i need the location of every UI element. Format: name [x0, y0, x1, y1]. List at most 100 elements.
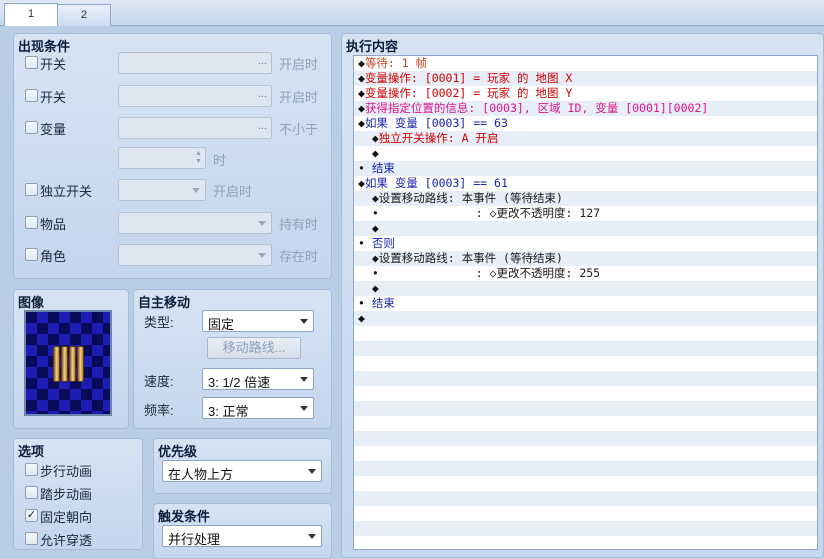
command-text: • [358, 236, 372, 250]
priority-select[interactable]: 在人物上方 [162, 460, 322, 482]
tab-page-1[interactable]: 1 [4, 3, 58, 26]
command-text: ◆ [358, 71, 365, 85]
command-text: ◆ [358, 116, 365, 130]
trigger-select[interactable]: 并行处理 [162, 525, 322, 547]
command-row[interactable]: • : ◇更改不透明度: 127 [354, 206, 817, 221]
barrels-sprite-icon [53, 346, 85, 382]
command-row[interactable]: ◆获得指定位置的信息: [0003], 区域 ID, 变量 [0001][000… [354, 101, 817, 116]
priority-value: 在人物上方 [168, 467, 234, 482]
command-text: 否则 [371, 236, 395, 250]
command-text: ◆ [358, 281, 379, 295]
command-text: ◆ [358, 56, 365, 70]
walking-anim-label: 步行动画 [40, 464, 93, 479]
options-title: 选项 [18, 444, 45, 459]
actor-checkbox[interactable] [25, 248, 38, 261]
move-speed-label: 速度: [144, 374, 174, 389]
move-frequency-label: 频率: [144, 403, 174, 418]
command-text: 结束 [371, 161, 395, 175]
command-text: 变量操作: [0001] = 玩家 的 地图 X [364, 71, 573, 85]
spin-arrows-icon[interactable]: ▲ ▼ [194, 150, 203, 166]
command-text: • : ◇更改不透明度: 127 [358, 206, 601, 220]
command-text: ◆ [358, 86, 365, 100]
command-row[interactable]: • : ◇更改不透明度: 255 [354, 266, 817, 281]
move-route-button[interactable]: 移动路线... [207, 337, 301, 359]
tab-page-2[interactable]: 2 [57, 4, 111, 26]
switch2-field[interactable]: ... [118, 85, 272, 107]
variable-checkbox[interactable] [25, 121, 38, 134]
variable-time-suffix: 时 [213, 153, 227, 168]
direction-fix-checkbox[interactable]: ✓ [25, 509, 38, 522]
through-label: 允许穿透 [40, 533, 93, 548]
command-row[interactable]: ◆ [354, 281, 817, 296]
command-text: ◆ [358, 221, 379, 235]
chevron-down-icon [308, 469, 316, 474]
command-row[interactable]: ◆设置移动路线: 本事件 (等待结束) [354, 251, 817, 266]
switch1-suffix: 开启时 [279, 57, 319, 72]
actor-select[interactable] [118, 244, 272, 266]
checkmark-icon: ✓ [26, 509, 37, 521]
command-row[interactable]: ◆变量操作: [0001] = 玩家 的 地图 X [354, 71, 817, 86]
variable-value-stepper[interactable]: ▲ ▼ [118, 147, 206, 169]
command-text: ◆设置移动路线: 本事件 (等待结束) [358, 191, 563, 205]
move-type-label: 类型: [144, 315, 174, 330]
move-frequency-select[interactable]: 3: 正常 [202, 397, 314, 419]
stepping-anim-checkbox[interactable] [25, 486, 38, 499]
variable-label: 变量 [40, 122, 67, 137]
command-text: • [358, 296, 372, 310]
chevron-down-icon [308, 534, 316, 539]
command-text: • [358, 161, 372, 175]
autonomous-movement-panel: 自主移动 类型: 固定 移动路线... 速度: 3: 1/2 倍速 频率: 3:… [133, 289, 332, 429]
command-row[interactable]: ◆独立开关操作: A 开启 [354, 131, 817, 146]
switch1-label: 开关 [40, 57, 67, 72]
contents-title: 执行内容 [346, 39, 399, 54]
actor-suffix: 存在时 [279, 249, 319, 264]
chevron-down-icon [192, 188, 200, 193]
self-switch-suffix: 开启时 [213, 184, 253, 199]
switch1-field[interactable]: ... [118, 52, 272, 74]
command-row[interactable]: ◆等待: 1 帧 [354, 56, 817, 71]
variable-field[interactable]: ... [118, 117, 272, 139]
command-text: 独立开关操作: A 开启 [378, 131, 499, 145]
command-row[interactable]: • 否则 [354, 236, 817, 251]
move-frequency-value: 3: 正常 [208, 404, 249, 419]
command-text: ◆ [358, 146, 379, 160]
actor-label: 角色 [40, 249, 67, 264]
conditions-panel: 出现条件 开关 ... 开启时 开关 ... 开启时 变量 ... 不小于 ▲ ▼… [13, 33, 332, 279]
through-checkbox[interactable] [25, 532, 38, 545]
command-row[interactable]: ◆ [354, 311, 817, 326]
chevron-down-icon [300, 377, 308, 382]
priority-panel: 优先级 在人物上方 [153, 438, 332, 494]
move-speed-select[interactable]: 3: 1/2 倍速 [202, 368, 314, 390]
command-text: 如果 变量 [0003] == 61 [364, 176, 508, 190]
command-text: 结束 [371, 296, 395, 310]
walking-anim-checkbox[interactable] [25, 463, 38, 476]
command-text: 变量操作: [0002] = 玩家 的 地图 Y [364, 86, 573, 100]
command-row[interactable]: • 结束 [354, 161, 817, 176]
command-row[interactable]: ◆ [354, 221, 817, 236]
move-type-select[interactable]: 固定 [202, 310, 314, 332]
switch1-checkbox[interactable] [25, 56, 38, 69]
command-row[interactable]: ◆ [354, 146, 817, 161]
self-switch-checkbox[interactable] [25, 183, 38, 196]
move-speed-value: 3: 1/2 倍速 [208, 375, 271, 390]
self-switch-select[interactable] [118, 179, 206, 201]
ellipsis-icon: ... [257, 88, 267, 100]
command-row[interactable]: ◆如果 变量 [0003] == 63 [354, 116, 817, 131]
command-text: ◆ [358, 101, 365, 115]
ellipsis-icon: ... [257, 55, 267, 67]
event-image-preview[interactable] [24, 310, 112, 416]
page-tab-strip: 1 2 [0, 0, 824, 26]
command-row[interactable]: • 结束 [354, 296, 817, 311]
command-text: ◆ [358, 311, 365, 325]
command-text: • : ◇更改不透明度: 255 [358, 266, 601, 280]
command-row[interactable]: ◆如果 变量 [0003] == 61 [354, 176, 817, 191]
variable-suffix: 不小于 [279, 122, 319, 137]
switch2-checkbox[interactable] [25, 89, 38, 102]
chevron-down-icon [258, 221, 266, 226]
item-checkbox[interactable] [25, 216, 38, 229]
switch2-label: 开关 [40, 90, 67, 105]
command-row[interactable]: ◆设置移动路线: 本事件 (等待结束) [354, 191, 817, 206]
item-select[interactable] [118, 212, 272, 234]
command-row[interactable]: ◆变量操作: [0002] = 玩家 的 地图 Y [354, 86, 817, 101]
event-command-list[interactable]: ◆等待: 1 帧 ◆变量操作: [0001] = 玩家 的 地图 X ◆变量操作: … [353, 55, 818, 550]
